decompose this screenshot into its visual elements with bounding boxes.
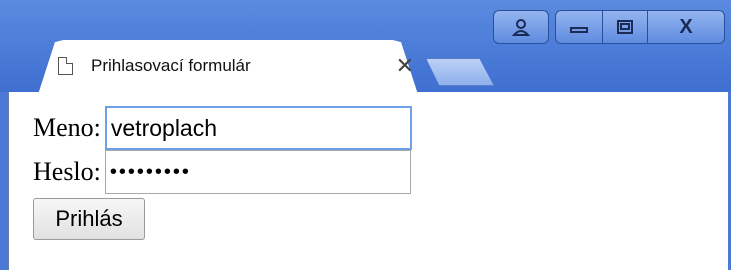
- page-icon: [58, 57, 73, 75]
- minimize-icon: [570, 27, 588, 33]
- password-label: Heslo:: [33, 157, 101, 186]
- person-icon: [511, 19, 531, 36]
- maximize-button[interactable]: [603, 10, 647, 44]
- page-content: Meno: vetroplach Heslo: ••••••••• Prihlá…: [8, 92, 728, 270]
- minimize-button[interactable]: [555, 10, 603, 44]
- password-row: Heslo: •••••••••: [33, 150, 411, 194]
- submit-button[interactable]: Prihlás: [33, 198, 145, 240]
- maximize-icon: [617, 20, 633, 34]
- profile-button[interactable]: [493, 10, 549, 44]
- close-window-button[interactable]: X: [647, 10, 725, 44]
- password-input[interactable]: •••••••••: [104, 150, 411, 194]
- tab-content: Prihlasovací formulár ✕: [58, 40, 418, 92]
- username-row: Meno: vetroplach: [33, 106, 412, 150]
- close-window-label: X: [679, 15, 693, 38]
- username-label: Meno:: [33, 113, 101, 142]
- window-controls: X: [493, 10, 725, 44]
- browser-window: X Prihlasovací formulár ✕ Meno: vetropla…: [0, 0, 731, 270]
- tab-title: Prihlasovací formulár: [91, 56, 251, 75]
- tab-close-icon[interactable]: ✕: [396, 53, 414, 79]
- username-input[interactable]: vetroplach: [104, 106, 412, 150]
